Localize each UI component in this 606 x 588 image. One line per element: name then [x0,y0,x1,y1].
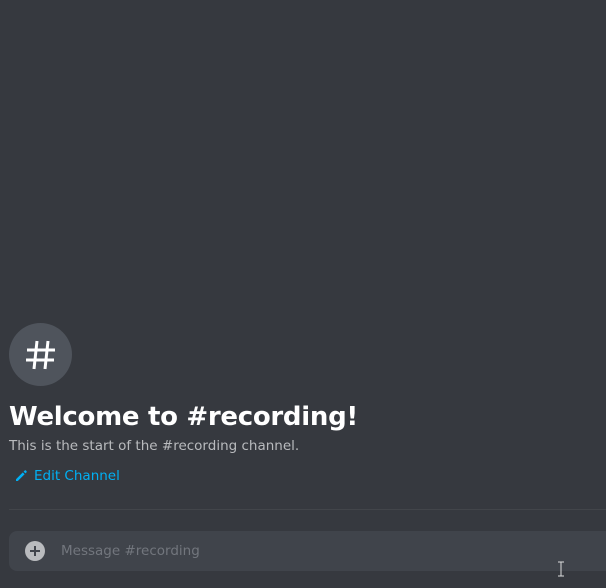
pencil-icon [16,470,27,481]
plus-circle-icon [30,546,40,556]
message-divider [9,509,606,510]
channel-welcome: Welcome to #recording! This is the start… [9,323,599,486]
message-composer [9,531,606,571]
text-cursor-icon [558,561,564,577]
chat-main-area: Welcome to #recording! This is the start… [0,0,606,588]
hash-icon [25,340,55,369]
welcome-title: Welcome to #recording! [9,402,358,432]
attach-button[interactable] [25,541,45,561]
edit-channel-button[interactable]: Edit Channel [15,468,120,484]
edit-channel-label: Edit Channel [34,468,120,484]
message-input[interactable] [61,531,561,571]
channel-hash-avatar [9,323,72,386]
welcome-subtitle: This is the start of the #recording chan… [9,438,300,454]
